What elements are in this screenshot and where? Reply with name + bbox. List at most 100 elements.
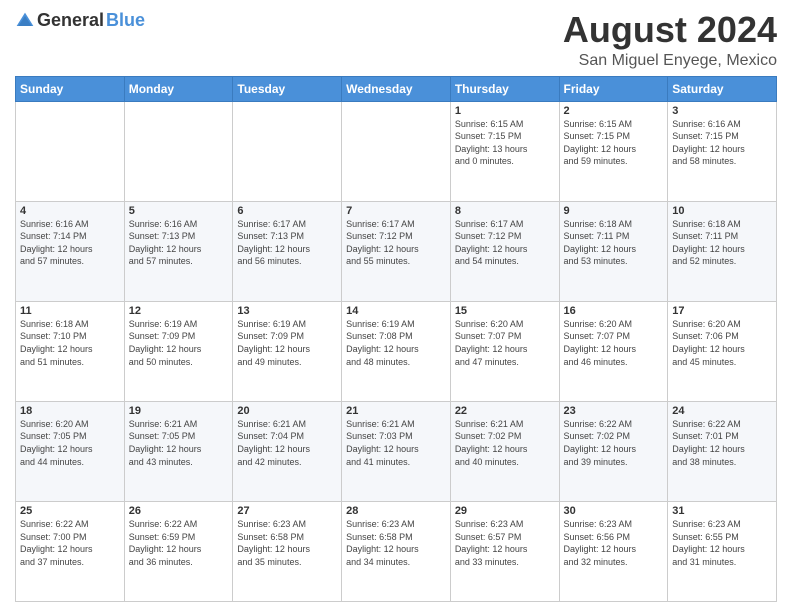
- day-number: 17: [672, 305, 772, 317]
- day-number: 6: [237, 205, 337, 217]
- day-number: 24: [672, 405, 772, 417]
- calendar-cell: 31Sunrise: 6:23 AMSunset: 6:55 PMDayligh…: [668, 501, 777, 601]
- calendar-cell: 14Sunrise: 6:19 AMSunset: 7:08 PMDayligh…: [342, 301, 451, 401]
- calendar-cell: [16, 101, 125, 201]
- calendar-cell: 20Sunrise: 6:21 AMSunset: 7:04 PMDayligh…: [233, 401, 342, 501]
- calendar-cell: [233, 101, 342, 201]
- calendar-cell: 5Sunrise: 6:16 AMSunset: 7:13 PMDaylight…: [124, 201, 233, 301]
- day-number: 27: [237, 505, 337, 517]
- day-number: 23: [564, 405, 664, 417]
- day-info: Sunrise: 6:23 AMSunset: 6:55 PMDaylight:…: [672, 518, 772, 568]
- calendar-cell: 15Sunrise: 6:20 AMSunset: 7:07 PMDayligh…: [450, 301, 559, 401]
- calendar-cell: 30Sunrise: 6:23 AMSunset: 6:56 PMDayligh…: [559, 501, 668, 601]
- day-info: Sunrise: 6:22 AMSunset: 7:02 PMDaylight:…: [564, 418, 664, 468]
- day-info: Sunrise: 6:21 AMSunset: 7:05 PMDaylight:…: [129, 418, 229, 468]
- col-header-friday: Friday: [559, 76, 668, 101]
- day-info: Sunrise: 6:23 AMSunset: 6:57 PMDaylight:…: [455, 518, 555, 568]
- calendar-cell: 10Sunrise: 6:18 AMSunset: 7:11 PMDayligh…: [668, 201, 777, 301]
- day-info: Sunrise: 6:18 AMSunset: 7:10 PMDaylight:…: [20, 318, 120, 368]
- page: GeneralBlue August 2024 San Miguel Enyeg…: [0, 0, 792, 612]
- calendar-cell: 7Sunrise: 6:17 AMSunset: 7:12 PMDaylight…: [342, 201, 451, 301]
- day-info: Sunrise: 6:18 AMSunset: 7:11 PMDaylight:…: [564, 218, 664, 268]
- day-number: 28: [346, 505, 446, 517]
- day-info: Sunrise: 6:17 AMSunset: 7:13 PMDaylight:…: [237, 218, 337, 268]
- day-number: 21: [346, 405, 446, 417]
- day-info: Sunrise: 6:20 AMSunset: 7:07 PMDaylight:…: [455, 318, 555, 368]
- day-info: Sunrise: 6:21 AMSunset: 7:02 PMDaylight:…: [455, 418, 555, 468]
- calendar-cell: 22Sunrise: 6:21 AMSunset: 7:02 PMDayligh…: [450, 401, 559, 501]
- calendar-cell: 9Sunrise: 6:18 AMSunset: 7:11 PMDaylight…: [559, 201, 668, 301]
- day-info: Sunrise: 6:17 AMSunset: 7:12 PMDaylight:…: [346, 218, 446, 268]
- day-info: Sunrise: 6:17 AMSunset: 7:12 PMDaylight:…: [455, 218, 555, 268]
- col-header-tuesday: Tuesday: [233, 76, 342, 101]
- day-info: Sunrise: 6:15 AMSunset: 7:15 PMDaylight:…: [564, 118, 664, 168]
- day-info: Sunrise: 6:21 AMSunset: 7:04 PMDaylight:…: [237, 418, 337, 468]
- col-header-monday: Monday: [124, 76, 233, 101]
- day-number: 4: [20, 205, 120, 217]
- calendar-cell: 12Sunrise: 6:19 AMSunset: 7:09 PMDayligh…: [124, 301, 233, 401]
- day-info: Sunrise: 6:20 AMSunset: 7:05 PMDaylight:…: [20, 418, 120, 468]
- calendar-cell: 27Sunrise: 6:23 AMSunset: 6:58 PMDayligh…: [233, 501, 342, 601]
- day-number: 16: [564, 305, 664, 317]
- logo-text-blue: Blue: [106, 10, 145, 31]
- day-number: 13: [237, 305, 337, 317]
- day-number: 12: [129, 305, 229, 317]
- logo-area: GeneralBlue: [15, 10, 145, 31]
- calendar-cell: 26Sunrise: 6:22 AMSunset: 6:59 PMDayligh…: [124, 501, 233, 601]
- day-info: Sunrise: 6:20 AMSunset: 7:07 PMDaylight:…: [564, 318, 664, 368]
- day-info: Sunrise: 6:22 AMSunset: 6:59 PMDaylight:…: [129, 518, 229, 568]
- day-number: 10: [672, 205, 772, 217]
- day-number: 1: [455, 105, 555, 117]
- day-number: 30: [564, 505, 664, 517]
- day-number: 22: [455, 405, 555, 417]
- col-header-saturday: Saturday: [668, 76, 777, 101]
- calendar-week-row-4: 25Sunrise: 6:22 AMSunset: 7:00 PMDayligh…: [16, 501, 777, 601]
- day-number: 25: [20, 505, 120, 517]
- calendar-cell: 11Sunrise: 6:18 AMSunset: 7:10 PMDayligh…: [16, 301, 125, 401]
- day-number: 20: [237, 405, 337, 417]
- calendar-header-row: Sunday Monday Tuesday Wednesday Thursday…: [16, 76, 777, 101]
- day-info: Sunrise: 6:22 AMSunset: 7:00 PMDaylight:…: [20, 518, 120, 568]
- day-info: Sunrise: 6:23 AMSunset: 6:58 PMDaylight:…: [346, 518, 446, 568]
- calendar-cell: 4Sunrise: 6:16 AMSunset: 7:14 PMDaylight…: [16, 201, 125, 301]
- day-number: 11: [20, 305, 120, 317]
- logo-text-general: General: [37, 10, 104, 31]
- day-info: Sunrise: 6:23 AMSunset: 6:56 PMDaylight:…: [564, 518, 664, 568]
- calendar-cell: 29Sunrise: 6:23 AMSunset: 6:57 PMDayligh…: [450, 501, 559, 601]
- day-number: 19: [129, 405, 229, 417]
- day-number: 29: [455, 505, 555, 517]
- calendar-cell: 18Sunrise: 6:20 AMSunset: 7:05 PMDayligh…: [16, 401, 125, 501]
- day-number: 7: [346, 205, 446, 217]
- calendar-cell: 6Sunrise: 6:17 AMSunset: 7:13 PMDaylight…: [233, 201, 342, 301]
- day-number: 14: [346, 305, 446, 317]
- col-header-thursday: Thursday: [450, 76, 559, 101]
- calendar-cell: 19Sunrise: 6:21 AMSunset: 7:05 PMDayligh…: [124, 401, 233, 501]
- calendar-cell: 24Sunrise: 6:22 AMSunset: 7:01 PMDayligh…: [668, 401, 777, 501]
- day-info: Sunrise: 6:16 AMSunset: 7:15 PMDaylight:…: [672, 118, 772, 168]
- calendar-cell: 25Sunrise: 6:22 AMSunset: 7:00 PMDayligh…: [16, 501, 125, 601]
- col-header-wednesday: Wednesday: [342, 76, 451, 101]
- header: GeneralBlue August 2024 San Miguel Enyeg…: [15, 10, 777, 70]
- day-info: Sunrise: 6:21 AMSunset: 7:03 PMDaylight:…: [346, 418, 446, 468]
- day-info: Sunrise: 6:19 AMSunset: 7:09 PMDaylight:…: [237, 318, 337, 368]
- day-info: Sunrise: 6:22 AMSunset: 7:01 PMDaylight:…: [672, 418, 772, 468]
- day-number: 15: [455, 305, 555, 317]
- day-number: 8: [455, 205, 555, 217]
- logo-icon: [15, 11, 35, 31]
- calendar-cell: [124, 101, 233, 201]
- day-info: Sunrise: 6:16 AMSunset: 7:13 PMDaylight:…: [129, 218, 229, 268]
- day-number: 31: [672, 505, 772, 517]
- calendar-cell: 3Sunrise: 6:16 AMSunset: 7:15 PMDaylight…: [668, 101, 777, 201]
- day-number: 9: [564, 205, 664, 217]
- title-area: August 2024 San Miguel Enyege, Mexico: [563, 10, 777, 70]
- day-number: 18: [20, 405, 120, 417]
- calendar-cell: 28Sunrise: 6:23 AMSunset: 6:58 PMDayligh…: [342, 501, 451, 601]
- day-info: Sunrise: 6:15 AMSunset: 7:15 PMDaylight:…: [455, 118, 555, 168]
- day-number: 26: [129, 505, 229, 517]
- calendar-cell: 21Sunrise: 6:21 AMSunset: 7:03 PMDayligh…: [342, 401, 451, 501]
- calendar-cell: 8Sunrise: 6:17 AMSunset: 7:12 PMDaylight…: [450, 201, 559, 301]
- day-info: Sunrise: 6:19 AMSunset: 7:08 PMDaylight:…: [346, 318, 446, 368]
- calendar-week-row-3: 18Sunrise: 6:20 AMSunset: 7:05 PMDayligh…: [16, 401, 777, 501]
- day-info: Sunrise: 6:20 AMSunset: 7:06 PMDaylight:…: [672, 318, 772, 368]
- day-info: Sunrise: 6:16 AMSunset: 7:14 PMDaylight:…: [20, 218, 120, 268]
